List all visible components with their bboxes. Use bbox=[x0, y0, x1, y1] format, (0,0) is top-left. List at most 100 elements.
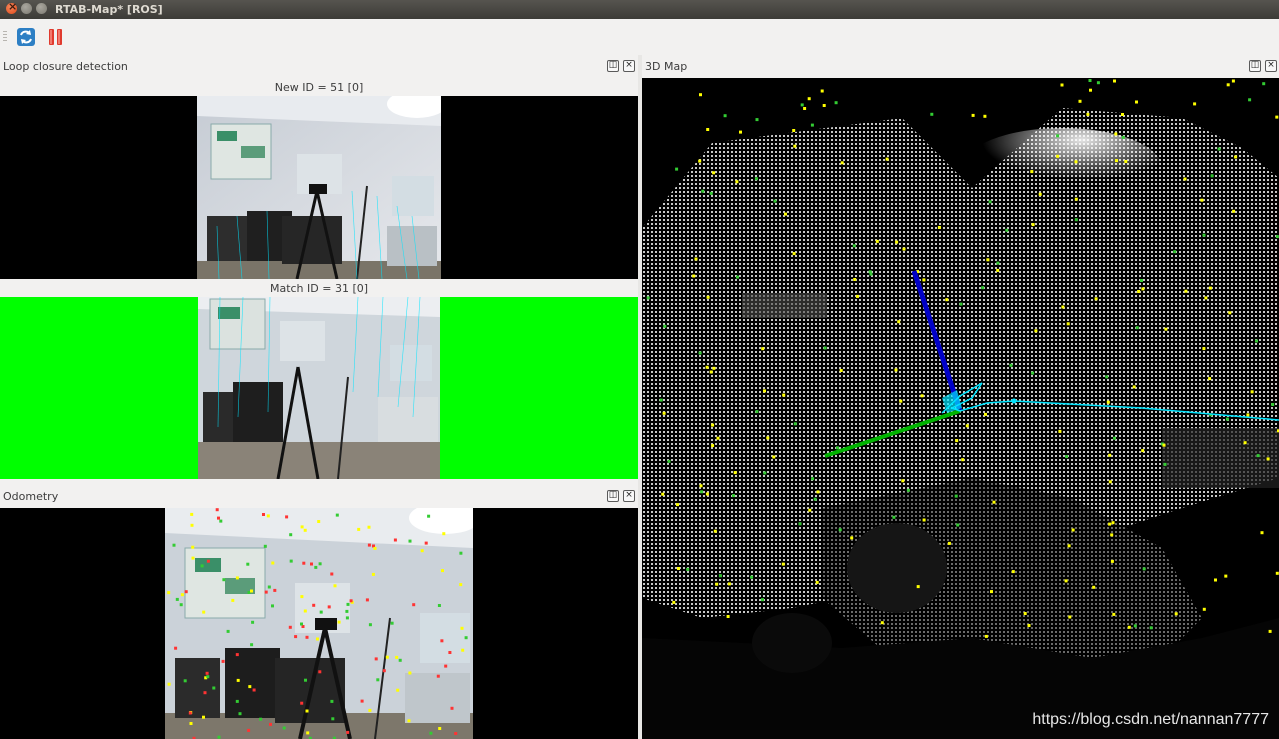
feature-point bbox=[250, 589, 253, 593]
feature-point bbox=[259, 717, 263, 721]
feature-point bbox=[1202, 233, 1206, 237]
feature-point bbox=[330, 699, 334, 703]
feature-point bbox=[231, 598, 235, 602]
feature-point bbox=[984, 412, 987, 416]
map3d-viewport[interactable]: https://blog.csdn.net/nannan7777 bbox=[642, 78, 1279, 739]
map3d-dock-header[interactable]: 3D Map ◫ × bbox=[642, 56, 1279, 76]
feature-point bbox=[327, 605, 331, 609]
refresh-icon bbox=[17, 28, 35, 46]
feature-point bbox=[408, 539, 412, 543]
pause-icon bbox=[49, 29, 62, 45]
feature-point bbox=[954, 494, 958, 498]
feature-point bbox=[1226, 83, 1230, 87]
feature-point bbox=[961, 458, 965, 462]
feature-point bbox=[222, 578, 226, 582]
float-dock-icon[interactable]: ◫ bbox=[607, 60, 619, 72]
feature-point bbox=[365, 598, 369, 602]
feature-point bbox=[705, 492, 709, 496]
feature-point bbox=[1067, 544, 1071, 548]
close-dock-icon[interactable]: × bbox=[1265, 60, 1277, 72]
feature-point bbox=[705, 365, 709, 369]
feature-point bbox=[247, 728, 251, 732]
feature-point bbox=[1038, 192, 1042, 196]
odometry-dock-header[interactable]: Odometry ◫ × bbox=[0, 486, 638, 506]
odometry-image-view[interactable] bbox=[0, 508, 638, 739]
refresh-button[interactable] bbox=[14, 25, 38, 49]
feature-point bbox=[1224, 574, 1228, 578]
feature-point bbox=[1137, 290, 1141, 293]
feature-point bbox=[1086, 112, 1090, 116]
feature-point bbox=[986, 258, 990, 262]
feature-point bbox=[251, 620, 255, 624]
feature-point bbox=[816, 490, 820, 494]
feature-point bbox=[735, 180, 739, 184]
new-id-image-view[interactable] bbox=[0, 96, 638, 279]
toolbar-grip-handle[interactable] bbox=[3, 31, 7, 43]
maximize-window-button[interactable] bbox=[36, 3, 47, 14]
feature-point bbox=[1011, 570, 1015, 574]
feature-point bbox=[672, 600, 676, 604]
close-window-button[interactable] bbox=[6, 0, 17, 14]
feature-point bbox=[897, 320, 901, 324]
feature-point bbox=[667, 459, 671, 463]
close-dock-icon[interactable]: × bbox=[623, 490, 635, 502]
feature-point bbox=[698, 159, 702, 163]
feature-point bbox=[659, 398, 663, 402]
feature-point bbox=[772, 455, 776, 459]
feature-point bbox=[733, 471, 737, 475]
close-dock-icon[interactable]: × bbox=[623, 60, 635, 72]
new-id-camera-image bbox=[197, 96, 441, 279]
feature-point bbox=[875, 239, 879, 243]
feature-point bbox=[205, 671, 209, 675]
feature-point bbox=[1275, 571, 1279, 575]
feature-point bbox=[371, 572, 375, 576]
feature-point bbox=[698, 351, 702, 355]
feature-point bbox=[1135, 100, 1138, 104]
feature-point bbox=[1140, 279, 1143, 282]
feature-point bbox=[330, 572, 334, 576]
feature-point bbox=[996, 261, 1000, 265]
feature-point bbox=[248, 685, 252, 689]
feature-point bbox=[1132, 385, 1136, 389]
feature-point bbox=[441, 569, 444, 573]
feature-point bbox=[1074, 218, 1078, 222]
match-id-image-view[interactable] bbox=[0, 297, 638, 479]
feature-point bbox=[424, 541, 428, 545]
window-title: RTAB-Map* [ROS] bbox=[55, 3, 163, 16]
float-dock-icon[interactable]: ◫ bbox=[607, 490, 619, 502]
feature-point bbox=[385, 655, 389, 659]
feature-point bbox=[1108, 522, 1112, 526]
feature-point bbox=[901, 479, 905, 483]
float-dock-icon[interactable]: ◫ bbox=[1249, 60, 1261, 72]
feature-point bbox=[699, 484, 703, 488]
feature-point bbox=[264, 590, 268, 594]
feature-point bbox=[1250, 390, 1254, 394]
feature-point bbox=[180, 593, 184, 597]
minimize-window-button[interactable] bbox=[21, 3, 32, 14]
feature-point bbox=[1088, 79, 1092, 82]
feature-point bbox=[1204, 296, 1208, 300]
main-toolbar bbox=[0, 19, 1279, 55]
feature-point bbox=[699, 93, 702, 97]
feature-point bbox=[407, 719, 411, 723]
feature-point bbox=[793, 144, 797, 148]
feature-point bbox=[444, 664, 448, 668]
feature-point bbox=[1110, 533, 1114, 537]
feature-point bbox=[1173, 250, 1177, 254]
feature-point bbox=[916, 585, 920, 589]
feature-point bbox=[1262, 82, 1266, 86]
feature-point bbox=[316, 637, 319, 641]
feature-point bbox=[238, 712, 242, 716]
pause-button[interactable] bbox=[44, 25, 68, 49]
feature-point bbox=[235, 699, 239, 703]
feature-point bbox=[965, 424, 969, 428]
feature-point bbox=[815, 580, 819, 584]
feature-point bbox=[1232, 209, 1236, 213]
loop-closure-dock-header[interactable]: Loop closure detection ◫ × bbox=[0, 56, 638, 76]
feature-point bbox=[436, 674, 440, 678]
feature-point bbox=[1149, 626, 1153, 630]
feature-point bbox=[1115, 159, 1118, 163]
feature-point bbox=[300, 701, 304, 705]
feature-point bbox=[1031, 223, 1035, 227]
feature-point bbox=[235, 576, 239, 580]
